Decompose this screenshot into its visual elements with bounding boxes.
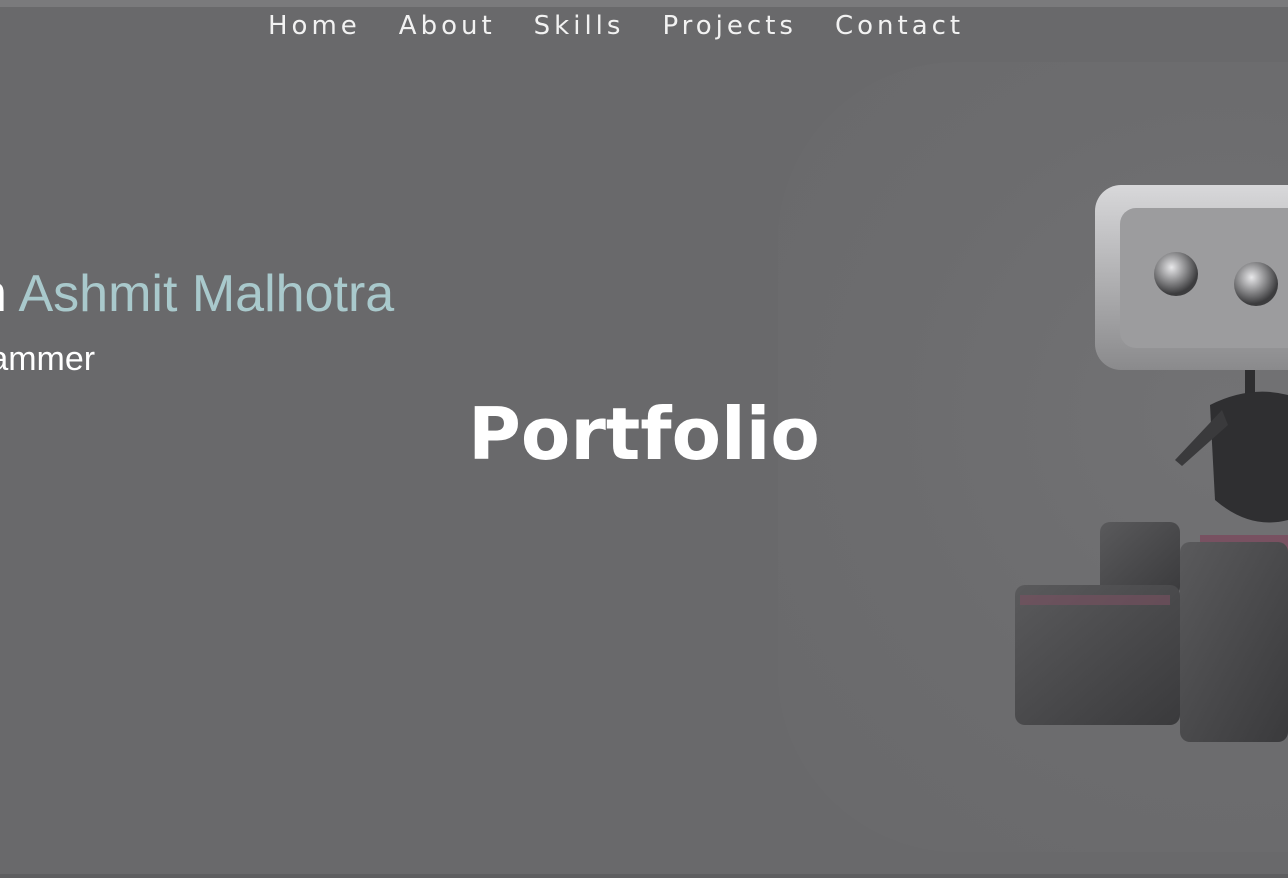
nav-skills-link[interactable]: Skills	[534, 11, 625, 41]
hero-name: Ashmit Malhotra	[18, 265, 395, 323]
hero-role: rammer	[0, 340, 96, 378]
nav-about-link[interactable]: About	[399, 11, 496, 41]
top-bar	[0, 0, 1288, 7]
hero-intro: n Ashmit Malhotra	[0, 262, 394, 326]
hero-intro-prefix: n	[0, 265, 7, 323]
nav-contact-link[interactable]: Contact	[835, 11, 964, 41]
portfolio-title: Portfolio	[468, 392, 820, 476]
page: Home About Skills Projects Contact n Ash…	[0, 0, 1288, 878]
main-nav: Home About Skills Projects Contact	[268, 8, 964, 44]
nav-home-link[interactable]: Home	[268, 11, 361, 41]
bottom-bar	[0, 874, 1288, 878]
nav-projects-link[interactable]: Projects	[662, 11, 797, 41]
